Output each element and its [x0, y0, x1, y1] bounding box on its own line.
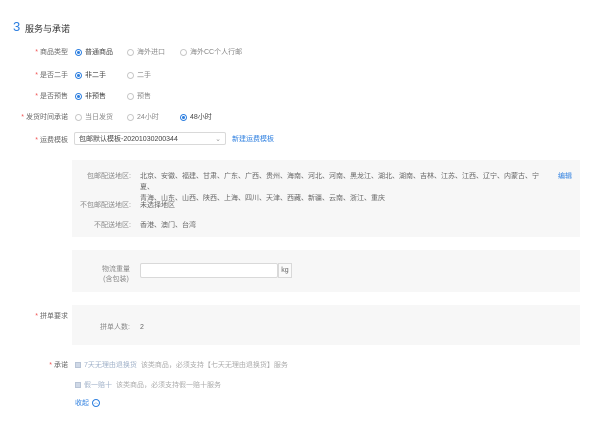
chevron-down-icon: ⌄: [215, 136, 221, 143]
collapse-toggle[interactable]: 收起 ︿: [75, 398, 100, 408]
product-type-radio-overseas[interactable]: 海外进口: [127, 47, 165, 57]
shipping-areas-label: 包邮配送地区:: [87, 173, 131, 180]
promise-fake-checkbox[interactable]: 假一赔十 该类商品，必须支持假一赔十服务: [75, 380, 221, 390]
product-type-radio-normal[interactable]: 普通商品: [75, 47, 113, 57]
presale-radio-yes[interactable]: 预售: [127, 91, 151, 101]
weight-input[interactable]: [140, 263, 278, 278]
freight-template-select[interactable]: 包邮默认模板-20201030200344 ⌄: [74, 132, 226, 145]
promise-label: * 承诺: [49, 362, 68, 369]
second-hand-label: * 是否二手: [35, 72, 68, 79]
radio-unchecked-icon: [75, 113, 82, 121]
radio-checked-icon: [75, 71, 82, 79]
second-hand-radio-no[interactable]: 非二手: [75, 70, 106, 80]
checkbox-checked-icon: [75, 382, 81, 388]
group-buy-count-value: 2: [140, 324, 144, 331]
shipping-areas-value: 北京、安徽、福建、甘肃、广东、广西、贵州、海南、河北、河南、黑龙江、湖北、湖南、…: [140, 173, 539, 202]
section-number: 3: [13, 19, 21, 34]
freight-template-label: * 运费模板: [35, 137, 68, 144]
radio-unchecked-icon: [127, 48, 134, 56]
ship-time-radio-24h[interactable]: 24小时: [127, 112, 159, 122]
radio-unchecked-icon: [127, 71, 134, 79]
second-hand-radio-yes[interactable]: 二手: [127, 70, 151, 80]
promise-7day-checkbox[interactable]: 7天无理由退换货 该类商品，必须支持【七天无理由退换货】服务: [75, 360, 288, 370]
radio-checked-icon: [180, 113, 187, 121]
edit-areas-link[interactable]: 编辑: [558, 171, 572, 181]
ship-time-radio-48h[interactable]: 48小时: [180, 112, 212, 122]
ship-time-radio-sameday[interactable]: 当日发货: [75, 112, 113, 122]
not-delivered-areas-label: 不配送地区:: [94, 222, 131, 229]
group-buy-label: * 拼单要求: [35, 313, 68, 320]
not-free-areas-value: 未选择地区: [140, 202, 175, 209]
radio-checked-icon: [75, 92, 82, 100]
weight-unit: kg: [278, 263, 292, 278]
product-type-radio-personal[interactable]: 海外CC个人行邮: [180, 47, 242, 57]
weight-label: 物流重量 (含包装): [102, 266, 130, 283]
radio-unchecked-icon: [180, 48, 187, 56]
ship-time-label: * 发货时间承诺: [21, 114, 68, 121]
chevron-up-icon: ︿: [92, 399, 100, 407]
not-delivered-areas-value: 香港、澳门、台湾: [140, 222, 196, 229]
presale-label: * 是否预售: [35, 93, 68, 100]
radio-checked-icon: [75, 48, 82, 56]
section-title: 服务与承诺: [25, 24, 71, 34]
checkbox-checked-icon: [75, 362, 81, 368]
radio-unchecked-icon: [127, 113, 134, 121]
not-free-areas-label: 不包邮配送地区:: [80, 202, 131, 209]
product-type-label: * 商品类型: [35, 49, 68, 56]
new-freight-template-link[interactable]: 新建运费模板: [232, 134, 274, 144]
radio-unchecked-icon: [127, 92, 134, 100]
group-buy-count-label: 拼单人数:: [100, 324, 130, 331]
presale-radio-no[interactable]: 非预售: [75, 91, 106, 101]
group-buy-panel: [72, 305, 580, 345]
